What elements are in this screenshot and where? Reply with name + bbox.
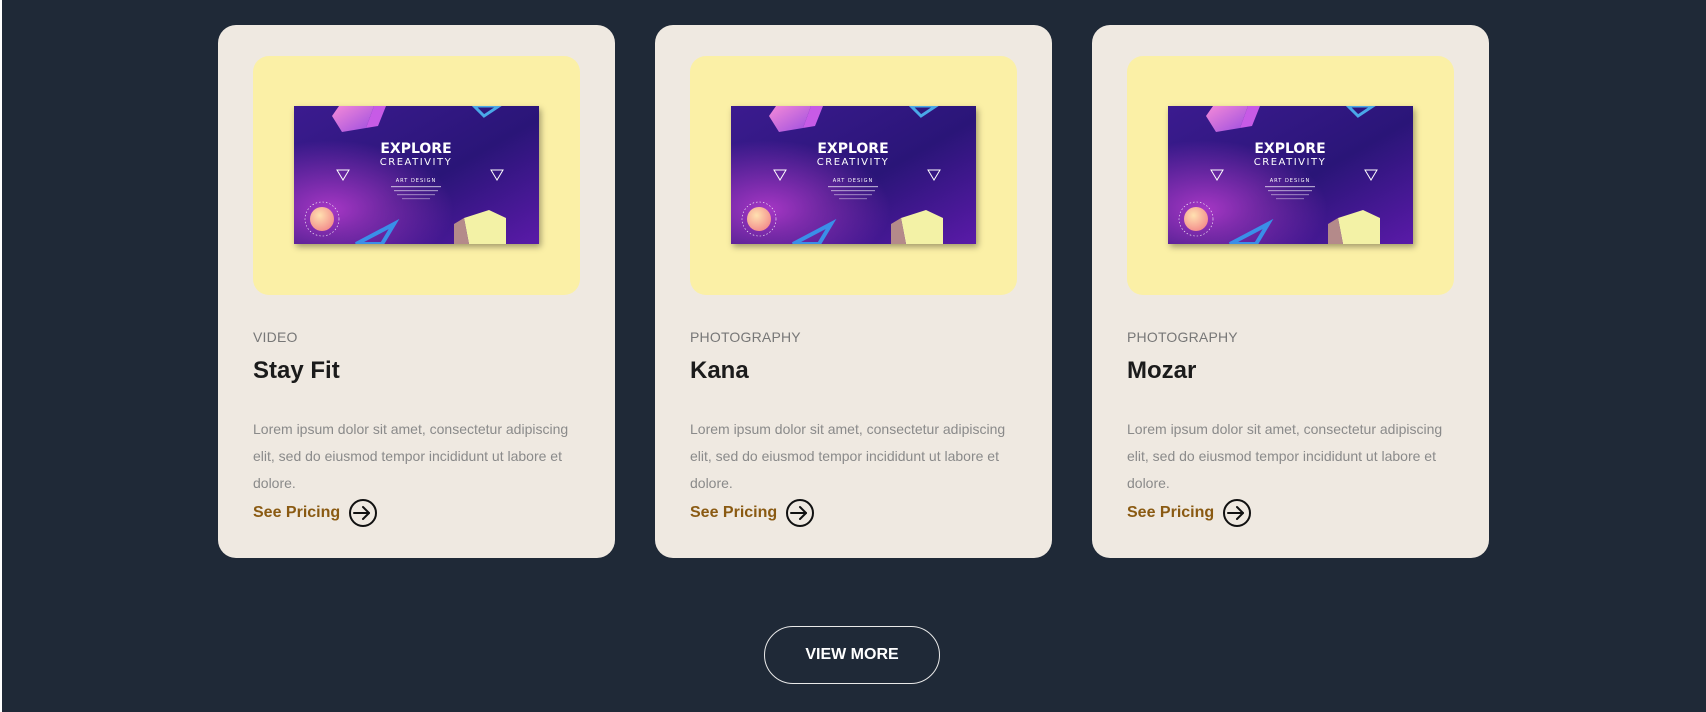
card-description: Lorem ipsum dolor sit amet, consectetur …	[253, 421, 569, 491]
card-thumbnail: EXPLORE CREATIVITY ART DESIGN	[253, 56, 580, 295]
see-pricing-link[interactable]: See Pricing	[253, 498, 378, 528]
arrow-right-circle-icon	[786, 499, 815, 527]
thumbnail-subheadline: CREATIVITY	[380, 157, 452, 168]
explore-creativity-image: EXPLORE CREATIVITY ART DESIGN	[294, 106, 539, 244]
card-thumbnail: EXPLORE CREATIVITY ART DESIGN	[1127, 56, 1454, 295]
card-description: Lorem ipsum dolor sit amet, consectetur …	[1127, 421, 1443, 491]
card-thumbnail: EXPLORE CREATIVITY ART DESIGN	[690, 56, 1017, 295]
thumbnail-headline: EXPLORE	[817, 141, 888, 157]
thumbnail-caption: ART DESIGN	[1270, 178, 1310, 184]
card-title: Stay Fit	[253, 357, 340, 384]
thumbnail-caption: ART DESIGN	[396, 178, 436, 184]
explore-creativity-image: EXPLORE CREATIVITY ART DESIGN	[1168, 106, 1413, 244]
portfolio-card: EXPLORE CREATIVITY ART DESIGN VIDEO Stay…	[218, 25, 615, 558]
thumbnail-subheadline: CREATIVITY	[817, 157, 889, 168]
see-pricing-link[interactable]: See Pricing	[1127, 498, 1252, 528]
thumbnail-subheadline: CREATIVITY	[1254, 157, 1326, 168]
card-list: EXPLORE CREATIVITY ART DESIGN VIDEO Stay…	[218, 25, 1489, 558]
card-title: Mozar	[1127, 357, 1197, 384]
portfolio-card: EXPLORE CREATIVITY ART DESIGN PHOTOGRAPH…	[1092, 25, 1489, 558]
see-pricing-link[interactable]: See Pricing	[690, 498, 815, 528]
card-category: PHOTOGRAPHY	[690, 329, 801, 345]
card-category: PHOTOGRAPHY	[1127, 329, 1238, 345]
thumbnail-caption: ART DESIGN	[833, 178, 873, 184]
see-pricing-label: See Pricing	[253, 504, 341, 521]
arrow-right-circle-icon	[349, 499, 378, 527]
view-more-button[interactable]: VIEW MORE	[764, 626, 940, 684]
thumbnail-headline: EXPLORE	[1254, 141, 1325, 157]
see-pricing-label: See Pricing	[690, 504, 778, 521]
card-category: VIDEO	[253, 329, 298, 345]
portfolio-section: EXPLORE CREATIVITY ART DESIGN VIDEO Stay…	[2, 0, 1706, 712]
thumbnail-headline: EXPLORE	[380, 141, 451, 157]
arrow-right-circle-icon	[1223, 499, 1252, 527]
card-title: Kana	[690, 357, 749, 384]
see-pricing-label: See Pricing	[1127, 504, 1215, 521]
card-description: Lorem ipsum dolor sit amet, consectetur …	[690, 421, 1006, 491]
portfolio-card: EXPLORE CREATIVITY ART DESIGN PHOTOGRAPH…	[655, 25, 1052, 558]
explore-creativity-image: EXPLORE CREATIVITY ART DESIGN	[731, 106, 976, 244]
